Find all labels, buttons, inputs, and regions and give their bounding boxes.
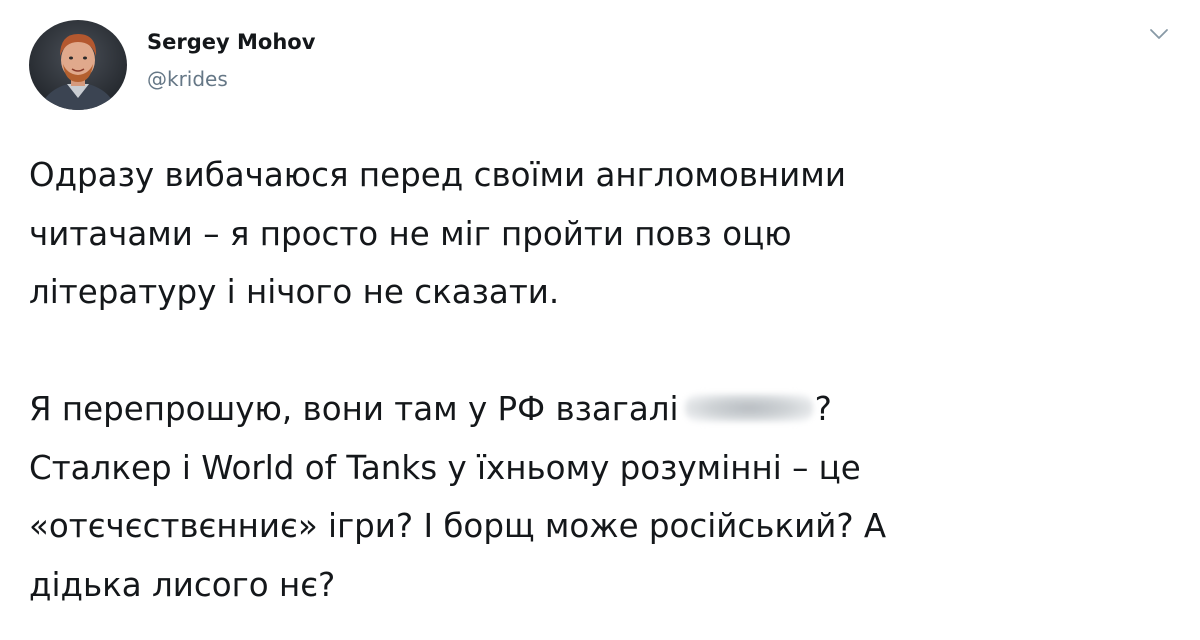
- author-name[interactable]: Sergey Mohov: [147, 28, 315, 56]
- avatar[interactable]: [29, 20, 127, 110]
- blurred-word: [684, 394, 813, 422]
- tweet-text-fragment: ?: [814, 390, 832, 428]
- tweet-text-line: Я перепрошую, вони там у РФ взагалі?: [29, 380, 1169, 439]
- tweet-text-line: Одразу вибачаюся перед своїми англомовни…: [29, 156, 846, 194]
- tweet-text-line: «отєчєствєнниє» ігри? І борщ може російс…: [29, 507, 887, 545]
- avatar-photo-icon: [29, 20, 127, 110]
- tweet-menu-button[interactable]: [1143, 22, 1175, 46]
- tweet-text-line: читачами – я просто не міг пройти повз о…: [29, 214, 792, 253]
- tweet-card: Sergey Mohov @krides Одразу вибачаюся пе…: [0, 0, 1200, 640]
- chevron-down-icon: [1150, 29, 1168, 39]
- tweet-text-line: дідька лисого нє?: [29, 565, 336, 604]
- tweet-text-fragment: Я перепрошую, вони там у РФ взагалі: [29, 390, 679, 428]
- tweet-text: Одразу вибачаюся перед своїми англомовни…: [29, 146, 1169, 614]
- tweet-text-line: Сталкер і World of Tanks у їхньому розум…: [29, 448, 861, 487]
- author-handle[interactable]: @krides: [147, 66, 228, 92]
- tweet-text-line: літературу і нічого не сказати.: [29, 273, 560, 311]
